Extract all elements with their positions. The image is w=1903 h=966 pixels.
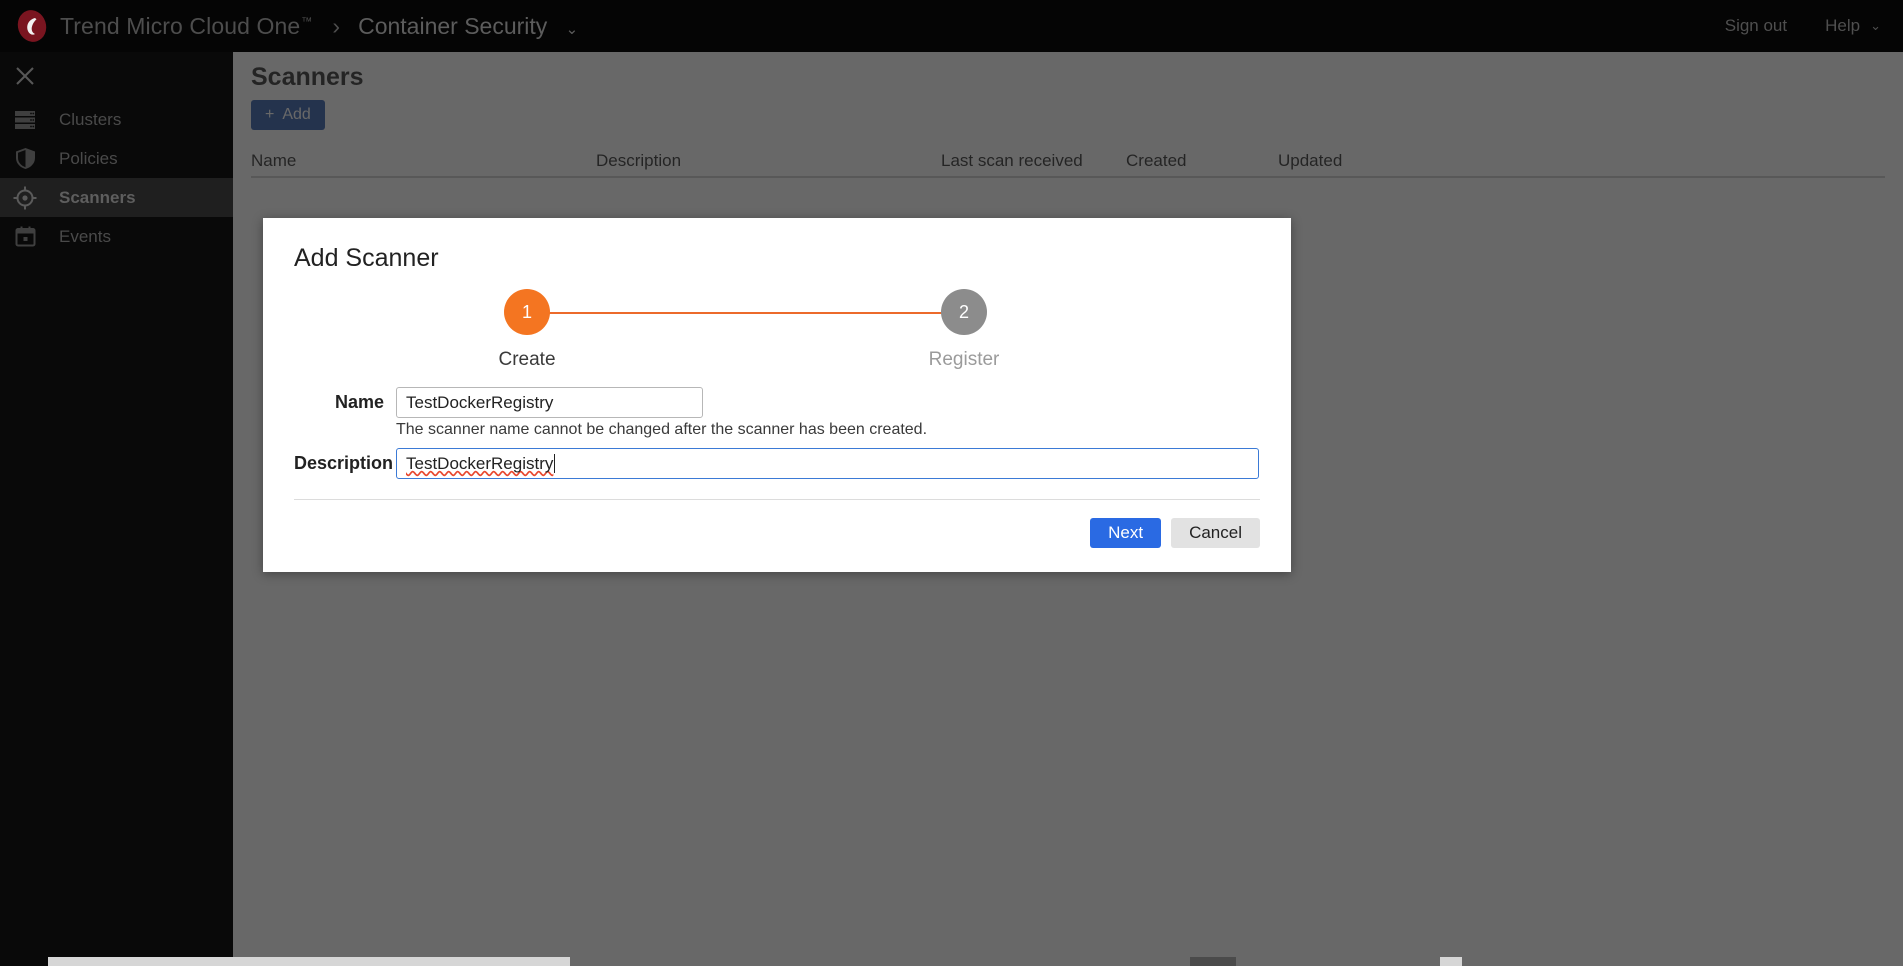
dialog-divider xyxy=(294,499,1260,500)
topbar-actions: Sign out Help ⌄ xyxy=(1725,16,1903,36)
cancel-button[interactable]: Cancel xyxy=(1171,518,1260,548)
step-number-badge: 2 xyxy=(941,289,987,335)
sign-out-link[interactable]: Sign out xyxy=(1725,16,1787,36)
wizard-step-create[interactable]: 1 Create xyxy=(481,289,573,371)
add-scanner-dialog: Add Scanner 1 Create 2 Register Name The… xyxy=(263,218,1291,572)
description-input-value: TestDockerRegistry xyxy=(406,453,554,473)
scrollbar-segment[interactable] xyxy=(1190,957,1236,966)
target-crosshair-icon xyxy=(8,185,42,211)
help-label: Help xyxy=(1825,16,1861,35)
stepper-connector-line xyxy=(527,312,959,314)
dialog-title: Add Scanner xyxy=(294,244,439,272)
chevron-down-icon: ⌄ xyxy=(1870,18,1881,33)
sidebar-item-label: Scanners xyxy=(59,187,136,207)
sidebar-item-scanners[interactable]: Scanners xyxy=(0,178,233,217)
name-field-helper-text: The scanner name cannot be changed after… xyxy=(396,421,928,438)
sidebar-item-label: Policies xyxy=(59,148,118,168)
chevron-down-icon[interactable]: ⌄ xyxy=(566,20,579,38)
step-number-badge: 1 xyxy=(504,289,550,335)
step-label: Register xyxy=(928,349,1000,370)
wizard-step-register[interactable]: 2 Register xyxy=(918,289,1010,371)
breadcrumb-separator-icon: › xyxy=(332,12,341,39)
top-navigation-bar: Trend Micro Cloud One™ › Container Secur… xyxy=(0,0,1903,52)
name-field-row: Name xyxy=(294,387,1260,418)
app-name[interactable]: Container Security ⌄ xyxy=(358,13,578,40)
next-button[interactable]: Next xyxy=(1090,518,1162,548)
app-root: Trend Micro Cloud One™ › Container Secur… xyxy=(0,0,1903,966)
sidebar-item-clusters[interactable]: Clusters xyxy=(0,100,233,139)
description-field-label: Description xyxy=(294,453,394,473)
description-input[interactable]: TestDockerRegistry xyxy=(396,448,1259,479)
sidebar-close-row xyxy=(0,52,233,100)
sidebar-item-label: Clusters xyxy=(59,109,122,129)
name-input[interactable] xyxy=(396,387,703,418)
app-name-text: Container Security xyxy=(358,12,548,39)
horizontal-scrollbar-thumb[interactable] xyxy=(48,957,570,966)
trademark-symbol: ™ xyxy=(301,15,313,28)
shield-icon xyxy=(8,146,42,172)
calendar-icon xyxy=(8,224,42,250)
step-label: Create xyxy=(498,349,556,370)
brand-name-text: Trend Micro Cloud One xyxy=(60,12,301,39)
trend-micro-logo-icon xyxy=(12,6,52,46)
scrollbar-segment[interactable] xyxy=(1440,957,1462,966)
help-menu[interactable]: Help ⌄ xyxy=(1825,16,1881,36)
sidebar-item-policies[interactable]: Policies xyxy=(0,139,233,178)
sidebar-navigation: Clusters Policies Scanners Events xyxy=(0,52,233,966)
brand-breadcrumb: Trend Micro Cloud One™ › Container Secur… xyxy=(0,6,578,46)
wizard-stepper: 1 Create 2 Register xyxy=(475,289,1015,375)
sidebar-item-events[interactable]: Events xyxy=(0,217,233,256)
dialog-action-bar: Next Cancel xyxy=(294,518,1260,548)
close-icon[interactable] xyxy=(8,59,42,93)
server-stack-icon xyxy=(8,107,42,133)
brand-name[interactable]: Trend Micro Cloud One™ xyxy=(60,13,312,40)
name-field-label: Name xyxy=(334,392,384,412)
description-field-row: Description TestDockerRegistry xyxy=(294,448,1260,479)
text-cursor xyxy=(554,454,556,473)
sidebar-item-label: Events xyxy=(59,226,111,246)
